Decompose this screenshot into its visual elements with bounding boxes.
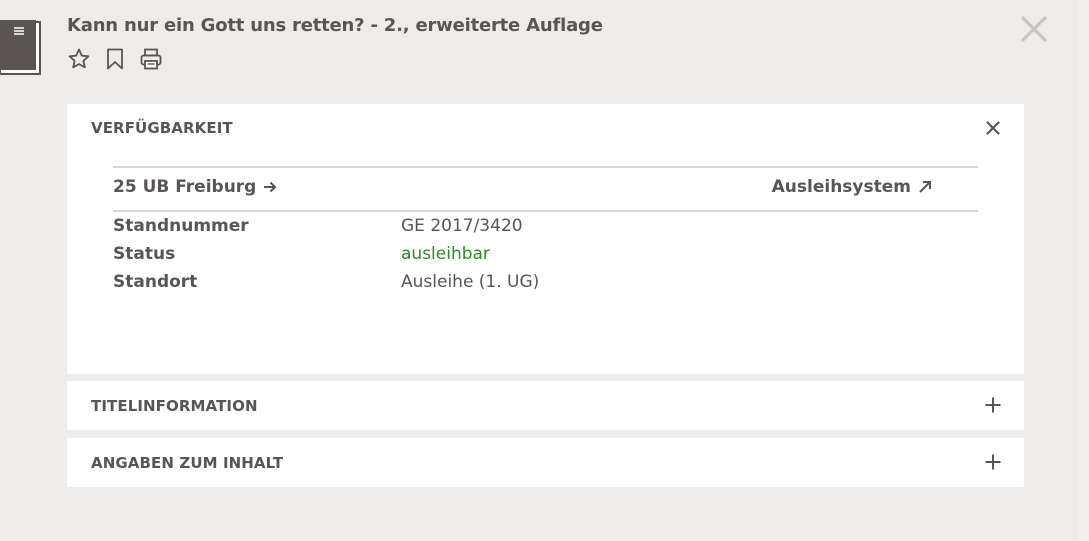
content-details-panel[interactable]: ANGABEN ZUM INHALT bbox=[67, 438, 1024, 487]
record-actions bbox=[67, 47, 163, 71]
library-link[interactable]: 25 UB Freiburg bbox=[113, 177, 277, 197]
arrow-up-right-icon bbox=[919, 181, 931, 193]
detail-row-standort: Standort Ausleihe (1. UG) bbox=[113, 272, 913, 300]
record-title: Kann nur ein Gott uns retten? - 2., erwe… bbox=[67, 15, 603, 36]
plus-icon[interactable] bbox=[984, 396, 1002, 414]
holding-details: Standnummer GE 2017/3420 Status ausleihb… bbox=[113, 216, 913, 300]
book-icon bbox=[0, 20, 41, 75]
status-value: ausleihbar bbox=[401, 244, 490, 264]
availability-panel: VERFÜGBARKEIT 25 UB Freiburg Ausleihsyst… bbox=[67, 104, 1024, 374]
detail-label: Standnummer bbox=[113, 216, 249, 236]
detail-label: Status bbox=[113, 244, 176, 264]
arrow-right-icon bbox=[264, 181, 277, 193]
loan-system-label: Ausleihsystem bbox=[771, 177, 911, 197]
detail-row-status: Status ausleihbar bbox=[113, 244, 913, 272]
bookmark-icon[interactable] bbox=[103, 47, 127, 71]
close-icon[interactable] bbox=[1020, 15, 1048, 43]
title-information-panel[interactable]: TITELINFORMATION bbox=[67, 381, 1024, 430]
title-information-heading[interactable]: TITELINFORMATION bbox=[91, 381, 258, 430]
close-icon[interactable] bbox=[984, 119, 1002, 137]
library-holding: 25 UB Freiburg Ausleihsystem bbox=[113, 166, 978, 212]
detail-value: Ausleihe (1. UG) bbox=[401, 272, 540, 292]
detail-row-standnummer: Standnummer GE 2017/3420 bbox=[113, 216, 913, 244]
print-icon[interactable] bbox=[139, 47, 163, 71]
content-details-heading[interactable]: ANGABEN ZUM INHALT bbox=[91, 438, 283, 487]
library-name: 25 UB Freiburg bbox=[113, 177, 257, 197]
star-icon[interactable] bbox=[67, 47, 91, 71]
detail-label: Standort bbox=[113, 272, 198, 292]
plus-icon[interactable] bbox=[984, 453, 1002, 471]
record-detail-view: Kann nur ein Gott uns retten? - 2., erwe… bbox=[0, 0, 1089, 541]
scrollbar-track[interactable] bbox=[1078, 0, 1089, 541]
loan-system-link[interactable]: Ausleihsystem bbox=[772, 177, 932, 197]
detail-value: GE 2017/3420 bbox=[401, 216, 523, 236]
availability-heading[interactable]: VERFÜGBARKEIT bbox=[91, 104, 233, 152]
